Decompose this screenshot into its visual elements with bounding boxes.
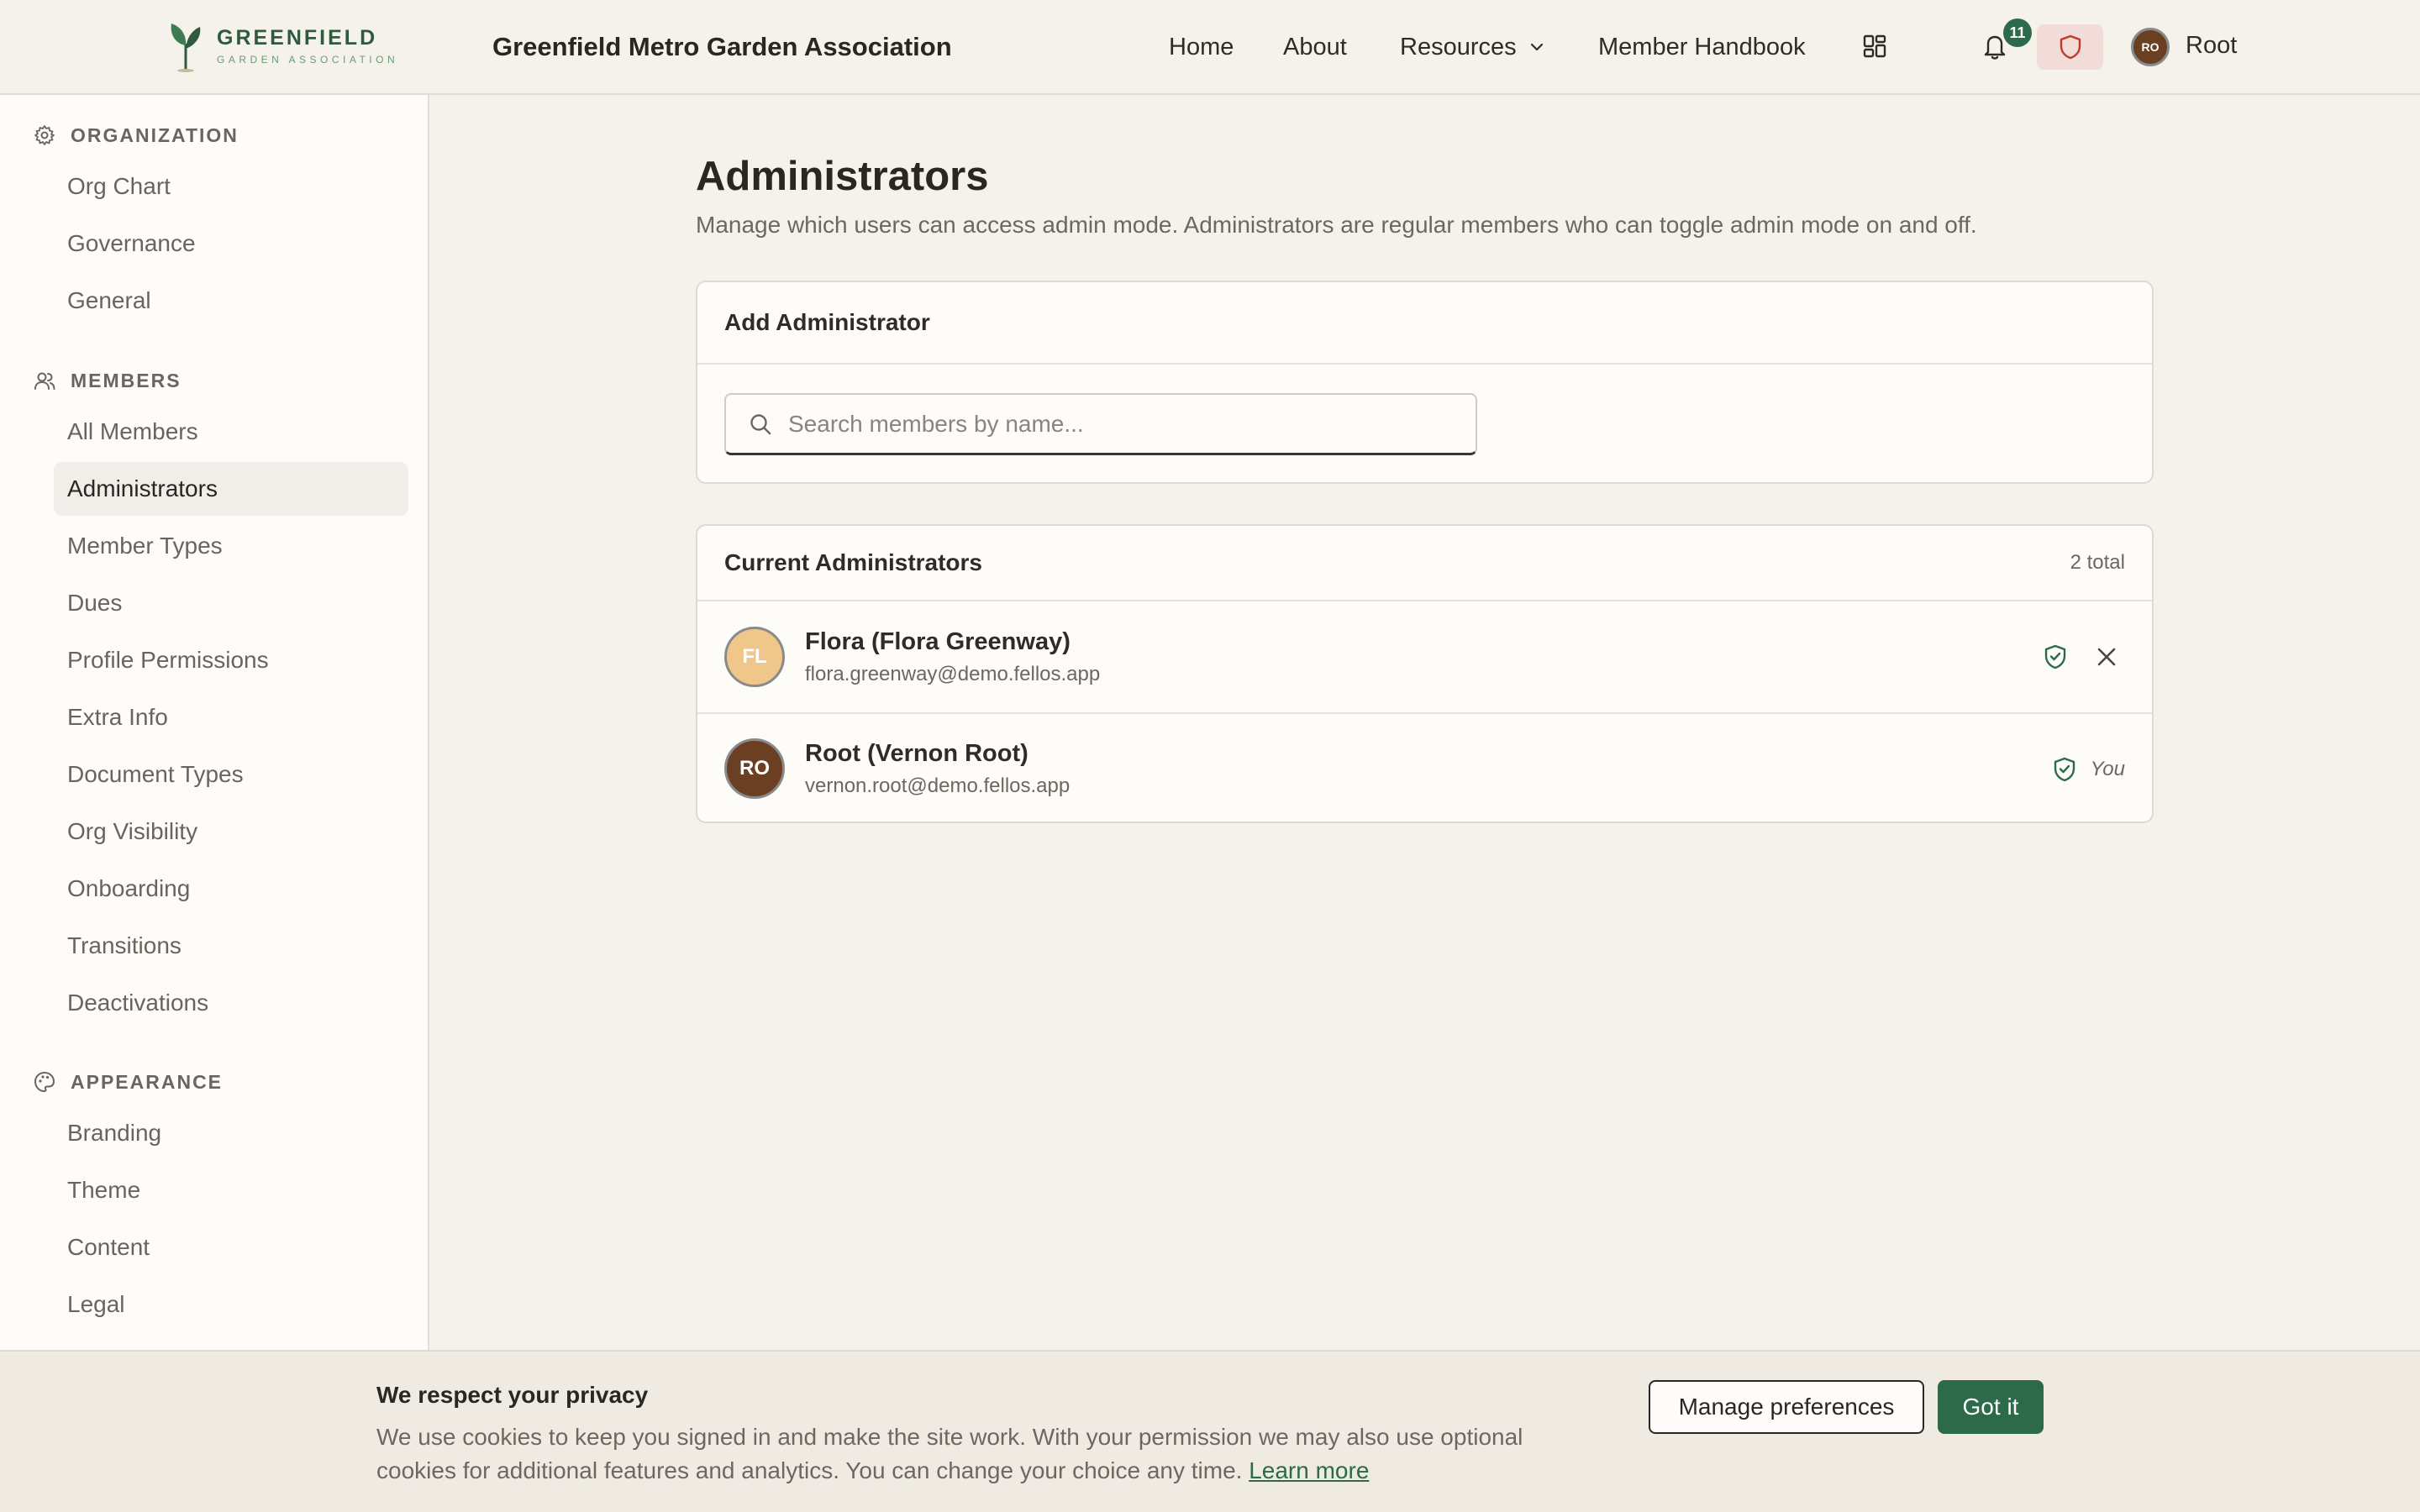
manage-preferences-button[interactable]: Manage preferences	[1649, 1380, 1924, 1434]
nav-member-handbook[interactable]: Member Handbook	[1598, 32, 1806, 62]
sidebar-section-appearance: APPEARANCE	[34, 1069, 223, 1095]
site-logo[interactable]: GREENFIELD GARDEN ASSOCIATION	[165, 18, 398, 72]
top-header: GREENFIELD GARDEN ASSOCIATION Greenfield…	[0, 0, 2420, 95]
shield-check-icon	[2044, 644, 2066, 669]
administrator-name: Root (Vernon Root)	[805, 739, 1028, 767]
nav-home[interactable]: Home	[1169, 32, 1234, 62]
sidebar-item-document-types[interactable]: Document Types	[54, 748, 408, 801]
sidebar-section-organization: ORGANIZATION	[34, 123, 239, 148]
sidebar-section-title: ORGANIZATION	[71, 123, 239, 146]
administrator-name: Flora (Flora Greenway)	[805, 627, 1071, 655]
logo-tagline: GARDEN ASSOCIATION	[217, 53, 399, 66]
page-description: Manage which users can access admin mode…	[696, 212, 1977, 238]
user-menu-name[interactable]: Root	[2186, 32, 2237, 60]
sprout-icon	[171, 24, 201, 72]
sidebar-item-governance[interactable]: Governance	[54, 217, 408, 270]
admin-mode-toggle[interactable]	[2037, 24, 2103, 70]
learn-more-link[interactable]: Learn more	[1249, 1457, 1369, 1483]
notification-count-badge: 11	[2003, 18, 2032, 47]
you-label: You	[2090, 758, 2125, 780]
got-it-button[interactable]: Got it	[1938, 1380, 2044, 1434]
sidebar-section-title: MEMBERS	[71, 369, 182, 391]
avatar: FL	[724, 627, 785, 687]
grid-icon[interactable]	[1862, 34, 1887, 59]
current-administrators-card: Current Administrators 2 total FL Flora …	[696, 524, 2154, 823]
cookie-banner-title: We respect your privacy	[376, 1382, 649, 1408]
sidebar-item-dues[interactable]: Dues	[54, 576, 408, 630]
sidebar-item-branding[interactable]: Branding	[54, 1106, 408, 1160]
current-administrators-title: Current Administrators	[724, 549, 983, 575]
cookie-banner: We respect your privacy We use cookies t…	[0, 1350, 2420, 1512]
nav-resources-label: Resources	[1400, 33, 1517, 60]
add-administrator-card: Add Administrator	[696, 281, 2154, 484]
page-title: Administrators	[696, 154, 989, 199]
gear-icon	[34, 125, 55, 145]
settings-sidebar: ORGANIZATION Org Chart Governance Genera…	[0, 95, 429, 1350]
user-avatar[interactable]: RO	[2131, 28, 2170, 66]
administrator-row: FL Flora (Flora Greenway) flora.greenway…	[697, 601, 2152, 712]
sidebar-item-org-visibility[interactable]: Org Visibility	[54, 805, 408, 858]
sidebar-item-profile-permissions[interactable]: Profile Permissions	[54, 633, 408, 687]
sidebar-item-legal[interactable]: Legal	[54, 1278, 408, 1331]
sidebar-item-general[interactable]: General	[54, 274, 408, 328]
administrator-email: flora.greenway@demo.fellos.app	[805, 662, 1101, 685]
shield-icon	[2060, 34, 2081, 60]
sidebar-item-member-types[interactable]: Member Types	[54, 519, 408, 573]
sidebar-item-theme[interactable]: Theme	[54, 1163, 408, 1217]
current-administrators-header: Current Administrators 2 total	[697, 526, 2152, 601]
sidebar-item-extra-info[interactable]: Extra Info	[54, 690, 408, 744]
sidebar-section-members: MEMBERS	[34, 368, 182, 393]
site-title[interactable]: Greenfield Metro Garden Association	[492, 32, 952, 62]
remove-administrator-close-icon[interactable]	[2095, 645, 2118, 669]
member-search-input[interactable]	[788, 410, 1460, 438]
administrator-email: vernon.root@demo.fellos.app	[805, 774, 1071, 797]
cookie-banner-text: We use cookies to keep you signed in and…	[376, 1420, 1586, 1488]
administrator-row: RO Root (Vernon Root) vernon.root@demo.f…	[697, 712, 2152, 823]
search-icon	[750, 413, 771, 434]
member-search-box[interactable]	[724, 393, 1477, 455]
sidebar-item-all-members[interactable]: All Members	[54, 405, 408, 459]
nav-about[interactable]: About	[1283, 32, 1347, 62]
avatar: RO	[724, 738, 785, 799]
administrators-total-count: 2 total	[2070, 551, 2125, 574]
sidebar-section-title: APPEARANCE	[71, 1070, 224, 1093]
palette-icon	[34, 1072, 55, 1092]
sidebar-item-org-chart[interactable]: Org Chart	[54, 160, 408, 213]
sidebar-item-content[interactable]: Content	[54, 1221, 408, 1274]
sidebar-item-administrators[interactable]: Administrators	[54, 462, 408, 516]
add-administrator-title: Add Administrator	[697, 282, 2152, 365]
sidebar-item-deactivations[interactable]: Deactivations	[54, 976, 408, 1030]
logo-wordmark: GREENFIELD	[217, 25, 378, 50]
sidebar-item-onboarding[interactable]: Onboarding	[54, 862, 408, 916]
sidebar-item-transitions[interactable]: Transitions	[54, 919, 408, 973]
nav-resources[interactable]: Resources	[1400, 32, 1547, 62]
shield-check-icon	[2054, 757, 2075, 782]
chevron-down-icon	[1530, 43, 1543, 51]
users-icon	[34, 372, 55, 390]
